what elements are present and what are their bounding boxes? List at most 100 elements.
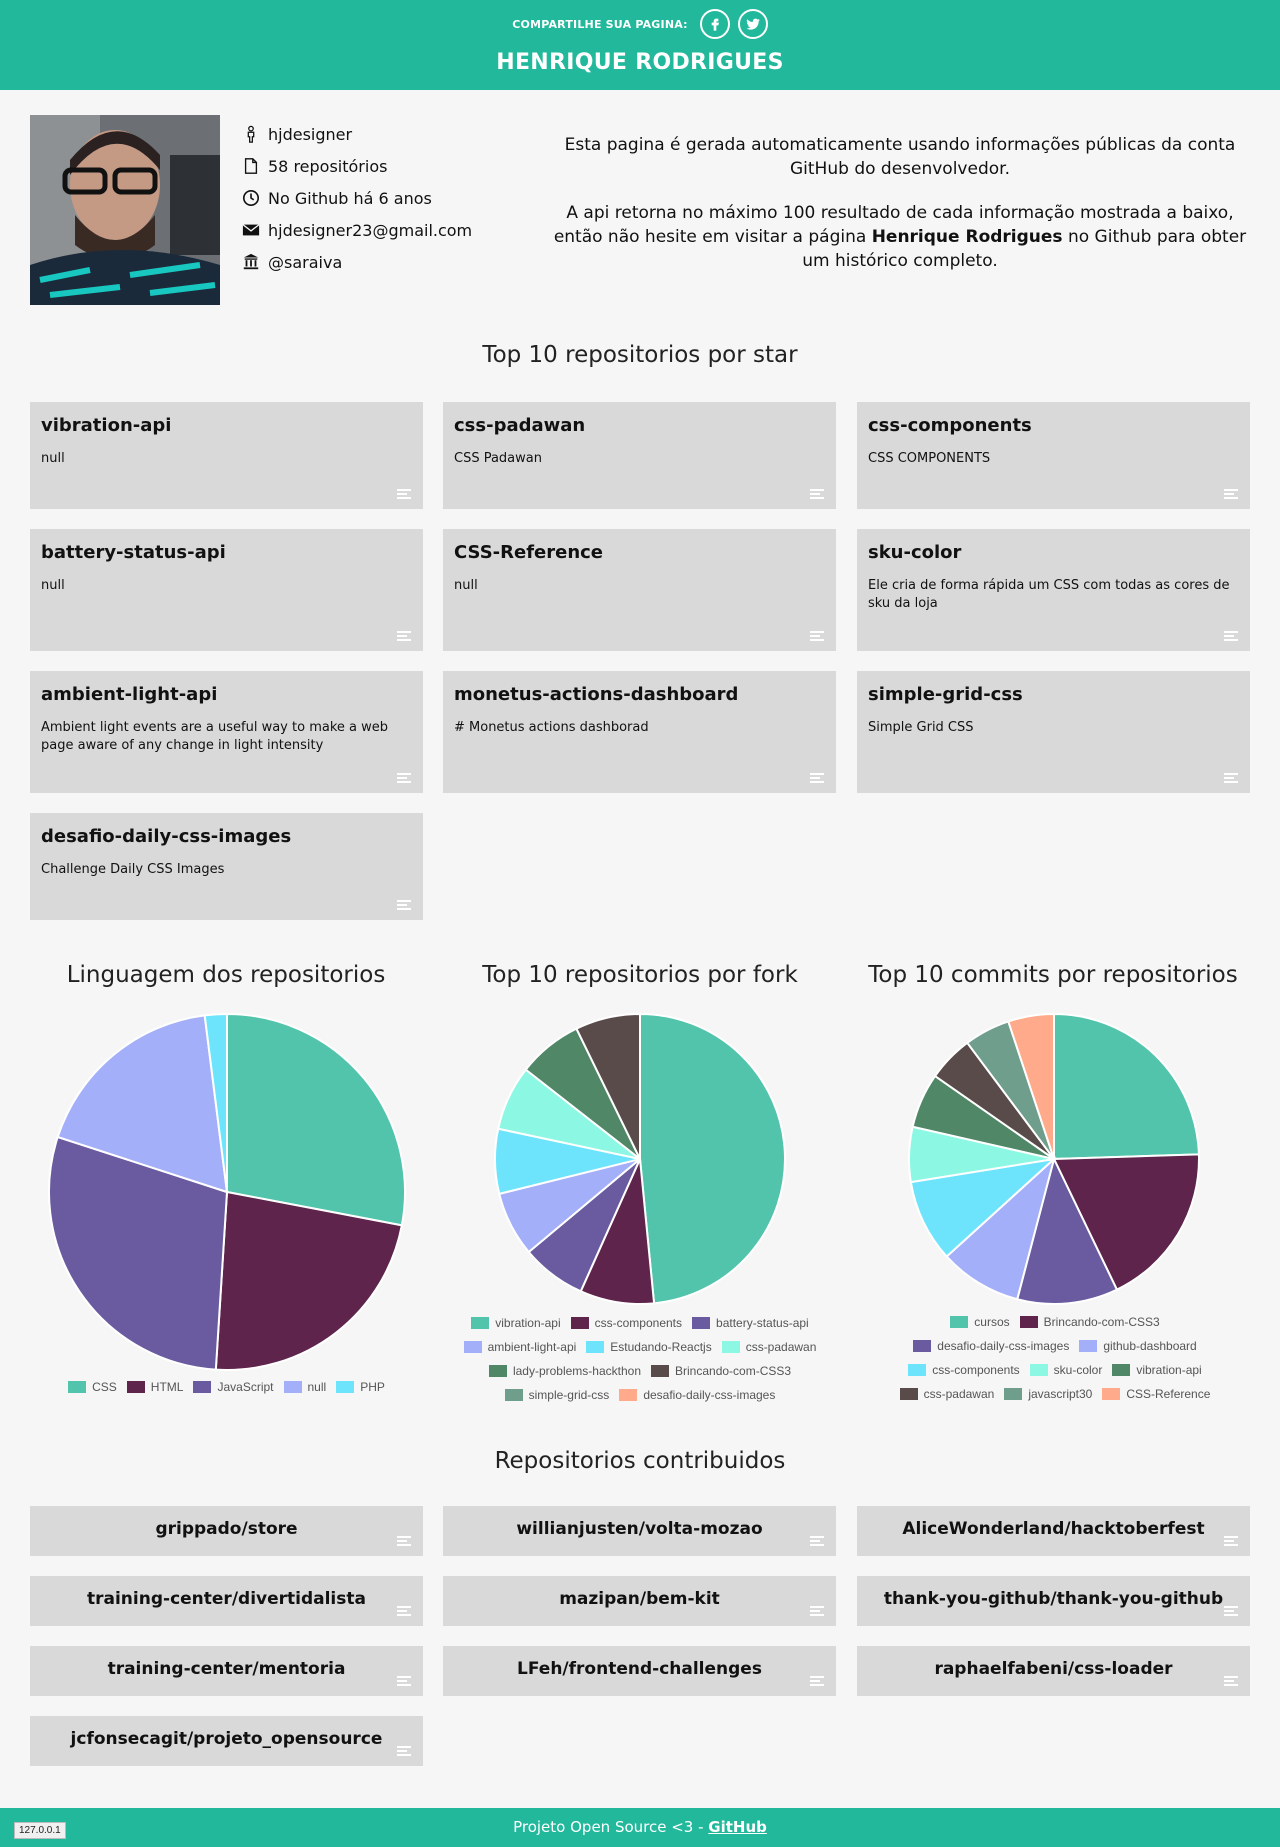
contributed-repo-card[interactable]: AliceWonderland/hacktoberfest xyxy=(857,1506,1250,1556)
legend-item[interactable]: desafio-daily-css-images xyxy=(619,1384,775,1406)
legend-item[interactable]: Estudando-Reactjs xyxy=(586,1336,712,1358)
twitter-share-button[interactable] xyxy=(737,9,768,39)
owner-name: HENRIQUE RODRIGUES xyxy=(496,50,784,75)
repo-card[interactable]: css-components CSS COMPONENTS xyxy=(857,402,1250,509)
list-icon xyxy=(1224,489,1238,501)
pie-chart xyxy=(908,1012,1200,1305)
building-icon xyxy=(240,251,262,273)
repo-card[interactable]: sku-color Ele cria de forma rápida um CSS… xyxy=(857,529,1250,651)
legend-item[interactable]: CSS xyxy=(68,1376,117,1398)
contributed-repo-card[interactable]: willianjusten/volta-mozao xyxy=(443,1506,836,1556)
legend-swatch xyxy=(899,1388,918,1400)
legend-item[interactable]: desafio-daily-css-images xyxy=(913,1335,1069,1357)
intro-text: Esta pagina é gerada automaticamente usa… xyxy=(545,133,1255,273)
legend-swatch xyxy=(619,1389,638,1401)
legend-item[interactable]: battery-status-api xyxy=(692,1312,809,1334)
legend-label: HTML xyxy=(150,1380,184,1394)
chart-title: Top 10 commits por repositorios xyxy=(868,962,1238,988)
contributed-repo-card[interactable]: training-center/divertidalista xyxy=(30,1576,423,1626)
list-icon xyxy=(810,773,824,785)
repo-name: ambient-light-api xyxy=(41,684,218,705)
list-icon xyxy=(1224,1606,1238,1618)
legend-item[interactable]: javascript30 xyxy=(1004,1383,1092,1405)
legend-swatch xyxy=(950,1316,969,1328)
legend-item[interactable]: css-components xyxy=(908,1359,1020,1381)
contributed-repo-name: AliceWonderland/hacktoberfest xyxy=(902,1519,1205,1539)
legend-swatch xyxy=(471,1317,490,1329)
legend-item[interactable]: vibration-api xyxy=(1112,1359,1202,1381)
legend-swatch xyxy=(193,1381,212,1393)
share-row: COMPARTILHE SUA PAGINA: xyxy=(0,9,1280,39)
contributed-repo-card[interactable]: LFeh/frontend-challenges xyxy=(443,1646,836,1696)
legend-item[interactable]: JavaScript xyxy=(193,1376,274,1398)
pie-chart xyxy=(48,1012,406,1371)
legend-item[interactable]: Brincando-com-CSS3 xyxy=(1019,1311,1160,1333)
contributed-repo-card[interactable]: jcfonsecagit/projeto_opensource xyxy=(30,1716,423,1766)
legend-swatch xyxy=(1112,1364,1131,1376)
repo-card[interactable]: simple-grid-css Simple Grid CSS xyxy=(857,671,1250,793)
legend-label: Estudando-Reactjs xyxy=(610,1340,712,1354)
legend-item[interactable]: css-padawan xyxy=(721,1336,816,1358)
contributed-repo-card[interactable]: grippado/store xyxy=(30,1506,423,1556)
legend-item[interactable]: css-padawan xyxy=(899,1383,994,1405)
legend-label: css-components xyxy=(594,1316,683,1330)
top-header: COMPARTILHE SUA PAGINA: HENRIQUE RODRIGU… xyxy=(0,0,1280,90)
list-icon xyxy=(397,1746,411,1758)
list-icon xyxy=(397,489,411,501)
repo-card[interactable]: monetus-actions-dashboard # Monetus actio… xyxy=(443,671,836,793)
username-row: hjdesigner xyxy=(240,118,520,150)
pie-slice-cursos[interactable] xyxy=(1053,1012,1200,1161)
legend-item[interactable]: PHP xyxy=(336,1376,385,1398)
legend-item[interactable]: null xyxy=(283,1376,326,1398)
pie-slice-vibration-api[interactable] xyxy=(639,1012,786,1305)
chart-legend: vibration-api css-components battery-statu… xyxy=(440,1312,840,1408)
legend-item[interactable]: Brincando-com-CSS3 xyxy=(651,1360,791,1382)
github-link[interactable]: GitHub xyxy=(708,1818,767,1836)
repo-name: desafio-daily-css-images xyxy=(41,826,292,847)
legend-label: CSS-Reference xyxy=(1126,1387,1211,1401)
repo-card[interactable]: vibration-api null xyxy=(30,402,423,509)
legend-item[interactable]: HTML xyxy=(126,1376,184,1398)
contributed-repo-card[interactable]: mazipan/bem-kit xyxy=(443,1576,836,1626)
top-stars-title: Top 10 repositorios por star xyxy=(482,342,798,368)
legend-swatch xyxy=(504,1389,523,1401)
footer: Projeto Open Source <3 - GitHub xyxy=(0,1808,1280,1847)
legend-swatch xyxy=(651,1365,669,1377)
list-icon xyxy=(397,1676,411,1688)
list-icon xyxy=(397,1606,411,1618)
repo-card[interactable]: desafio-daily-css-images Challenge Daily … xyxy=(30,813,423,920)
repo-description: CSS COMPONENTS xyxy=(868,451,991,466)
repo-name: monetus-actions-dashboard xyxy=(454,684,739,705)
contributed-repo-card[interactable]: raphaelfabeni/css-loader xyxy=(857,1646,1250,1696)
legend-item[interactable]: simple-grid-css xyxy=(504,1384,609,1406)
legend-swatch xyxy=(488,1365,507,1377)
repo-card[interactable]: CSS-Reference null xyxy=(443,529,836,651)
legend-swatch xyxy=(1004,1388,1023,1400)
legend-item[interactable]: css-components xyxy=(570,1312,683,1334)
repo-card[interactable]: ambient-light-api Ambient light events ar… xyxy=(30,671,423,793)
repo-card[interactable]: css-padawan CSS Padawan xyxy=(443,402,836,509)
legend-item[interactable]: vibration-api xyxy=(471,1312,561,1334)
facebook-share-button[interactable] xyxy=(699,9,730,39)
legend-item[interactable]: lady-problems-hackthon xyxy=(488,1360,641,1382)
legend-item[interactable]: github-dashboard xyxy=(1079,1335,1197,1357)
pie-slice-css[interactable] xyxy=(226,1012,406,1227)
legend-label: ambient-light-api xyxy=(487,1340,577,1354)
legend-item[interactable]: sku-color xyxy=(1029,1359,1103,1381)
legend-label: github-dashboard xyxy=(1103,1339,1197,1353)
twitter-icon xyxy=(746,18,760,30)
list-icon xyxy=(397,773,411,785)
repo-description: Challenge Daily CSS Images xyxy=(41,862,225,877)
github-age-row: No Github há 6 anos xyxy=(240,182,520,214)
legend-label: sku-color xyxy=(1053,1363,1103,1377)
list-icon xyxy=(810,631,824,643)
legend-item[interactable]: ambient-light-api xyxy=(463,1336,577,1358)
legend-item[interactable]: cursos xyxy=(950,1311,1010,1333)
repo-card[interactable]: battery-status-api null xyxy=(30,529,423,651)
repo-description: Ele cria de forma rápida um CSS com toda… xyxy=(868,578,1230,611)
legend-item[interactable]: CSS-Reference xyxy=(1102,1383,1210,1405)
contributed-repo-card[interactable]: thank-you-github/thank-you-github xyxy=(857,1576,1250,1626)
contributed-repo-card[interactable]: training-center/mentoria xyxy=(30,1646,423,1696)
repo-description: null xyxy=(41,578,65,593)
repo-description: # Monetus actions dashborad xyxy=(454,720,649,735)
